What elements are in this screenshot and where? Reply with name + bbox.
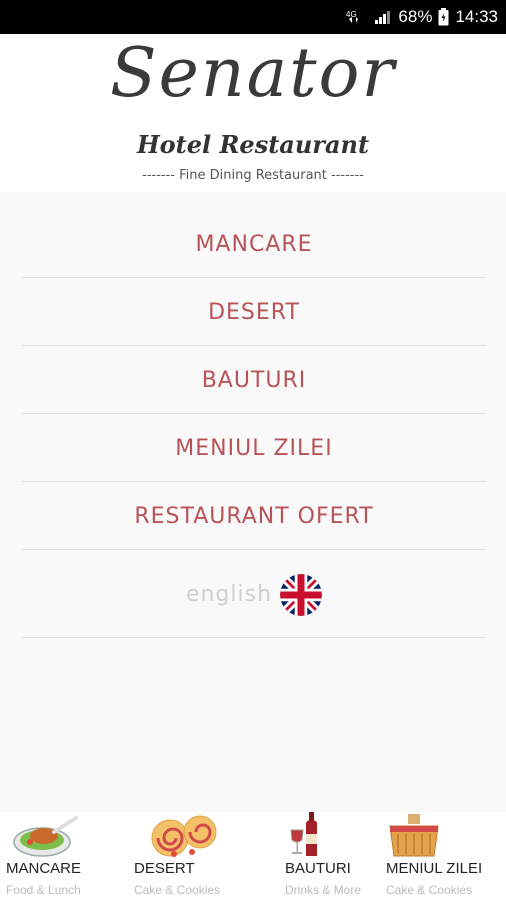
- app-header: Senator Hotel Restaurant ------- Fine Di…: [0, 34, 506, 192]
- bottom-navigation: MANCARE Food & Lunch DESERT Cake & Cooki…: [0, 812, 506, 900]
- bottom-nav-label: MANCARE: [6, 860, 82, 877]
- status-bar: 4G 68% 14:33: [0, 0, 506, 34]
- menu-item-restaurant-ofert[interactable]: RESTAURANT OFERT: [22, 484, 486, 550]
- menu-item-bauturi[interactable]: BAUTURI: [22, 348, 486, 414]
- bottom-nav-bauturi[interactable]: BAUTURI Drinks & More: [285, 812, 385, 900]
- brand-subtitle: Hotel Restaurant: [136, 130, 370, 159]
- bottom-nav-sub: Cake & Cookies: [134, 883, 221, 897]
- language-label: english: [185, 582, 273, 607]
- bottom-nav-sub: Cake & Cookies: [386, 883, 473, 897]
- uk-flag-icon: [280, 573, 323, 616]
- menu-item-desert[interactable]: DESERT: [22, 280, 486, 346]
- battery-percent: 68%: [398, 7, 433, 26]
- network-icon: 4G: [346, 9, 368, 25]
- bottom-nav-label: MENIUL ZILEI: [386, 860, 483, 877]
- cake-roll-icon: [151, 815, 217, 857]
- menu-item-mancare[interactable]: MANCARE: [22, 212, 486, 278]
- basket-icon: [389, 814, 439, 857]
- menu-item-meniul-zilei[interactable]: MENIUL ZILEI: [22, 416, 486, 482]
- bottom-nav-mancare[interactable]: MANCARE Food & Lunch: [6, 812, 116, 900]
- language-switch[interactable]: english: [22, 552, 486, 638]
- bottom-nav-label: BAUTURI: [285, 860, 351, 877]
- battery-icon: [438, 8, 449, 26]
- wine-icon: [290, 812, 317, 856]
- signal-icon: [374, 9, 392, 25]
- bottom-nav-sub: Food & Lunch: [6, 883, 81, 897]
- bottom-nav-meniul-zilei[interactable]: MENIUL ZILEI Cake & Cookies: [386, 812, 504, 900]
- food-plate-icon: [13, 816, 78, 857]
- bottom-nav-sub: Drinks & More: [285, 883, 362, 897]
- clock: 14:33: [455, 7, 498, 26]
- brand-tagline: ------- Fine Dining Restaurant -------: [142, 168, 364, 183]
- bottom-nav-label: DESERT: [134, 860, 195, 877]
- bottom-nav-desert[interactable]: DESERT Cake & Cookies: [134, 812, 244, 900]
- menu-list: MANCARE DESERT BAUTURI MENIUL ZILEI REST…: [0, 192, 506, 812]
- brand-logo-text: Senator: [110, 34, 396, 113]
